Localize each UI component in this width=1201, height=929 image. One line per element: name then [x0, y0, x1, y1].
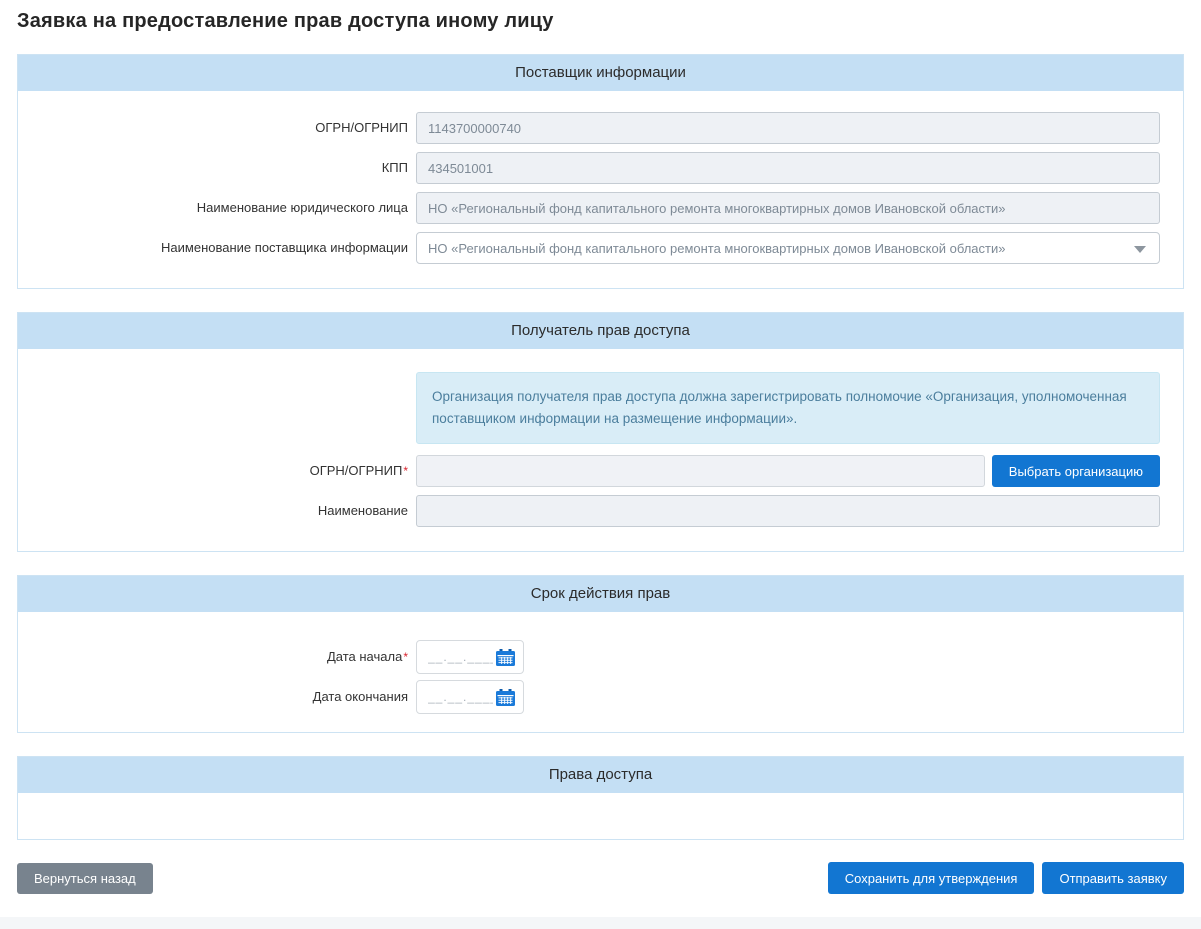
start-date-row: Дата начала*: [18, 640, 1183, 674]
section-rights: Права доступа: [17, 756, 1184, 840]
recipient-info-box: Организация получателя прав доступа долж…: [416, 372, 1160, 444]
start-date-label: Дата начала*: [326, 649, 408, 664]
recipient-ogrn-label: ОГРН/ОГРНИП*: [309, 463, 408, 478]
provider-name-label: Наименование поставщика информации: [161, 240, 408, 255]
end-date-row: Дата окончания: [18, 680, 1183, 714]
start-date-field: [416, 640, 524, 674]
end-date-field: [416, 680, 524, 714]
recipient-ogrn-input[interactable]: [416, 455, 985, 487]
section-provider-header: Поставщик информации: [18, 55, 1183, 91]
section-recipient: Получатель прав доступа Организация полу…: [17, 312, 1184, 552]
required-asterisk: *: [403, 464, 408, 478]
start-date-input[interactable]: [426, 649, 495, 665]
select-organization-button[interactable]: Выбрать организацию: [991, 455, 1160, 487]
recipient-name-label: Наименование: [317, 503, 408, 518]
section-provider: Поставщик информации ОГРН/ОГРНИП КПП Наи…: [17, 54, 1184, 289]
recipient-name-row: Наименование: [18, 495, 1183, 527]
provider-name-row: Наименование поставщика информации НО «Р…: [18, 232, 1183, 264]
end-date-label: Дата окончания: [312, 689, 408, 704]
provider-kpp-input[interactable]: [416, 152, 1160, 184]
section-recipient-header: Получатель прав доступа: [18, 313, 1183, 349]
provider-ogrn-label: ОГРН/ОГРНИП: [315, 120, 408, 135]
provider-name-select[interactable]: НО «Региональный фонд капитального ремон…: [416, 232, 1160, 264]
section-validity-header: Срок действия прав: [18, 576, 1183, 612]
back-button[interactable]: Вернуться назад: [17, 862, 153, 894]
calendar-icon[interactable]: [495, 648, 515, 666]
save-for-approval-button[interactable]: Сохранить для утверждения: [827, 862, 1035, 894]
page-title: Заявка на предоставление прав доступа ин…: [17, 10, 554, 32]
provider-legal-name-row: Наименование юридического лица: [18, 192, 1183, 224]
provider-kpp-row: КПП: [18, 152, 1183, 184]
provider-legal-name-label: Наименование юридического лица: [196, 200, 408, 215]
provider-legal-name-input[interactable]: [416, 192, 1160, 224]
provider-name-select-value: НО «Региональный фонд капитального ремон…: [428, 240, 1006, 256]
recipient-name-input[interactable]: [416, 495, 1160, 527]
section-rights-body: [18, 793, 1183, 839]
end-date-input[interactable]: [426, 689, 495, 705]
required-asterisk: *: [403, 650, 408, 664]
provider-ogrn-input[interactable]: [416, 112, 1160, 144]
section-rights-header: Права доступа: [18, 757, 1183, 793]
submit-request-button[interactable]: Отправить заявку: [1042, 862, 1184, 894]
calendar-icon[interactable]: [495, 688, 515, 706]
provider-ogrn-row: ОГРН/ОГРНИП: [18, 112, 1183, 144]
section-validity: Срок действия прав Дата начала* __.__.__…: [17, 575, 1184, 733]
provider-kpp-label: КПП: [381, 160, 408, 175]
footer-actions: Вернуться назад Сохранить для утверждени…: [17, 862, 1184, 894]
caret-down-icon: [1134, 246, 1146, 253]
recipient-ogrn-row: ОГРН/ОГРНИП* Выбрать организацию: [18, 455, 1183, 487]
